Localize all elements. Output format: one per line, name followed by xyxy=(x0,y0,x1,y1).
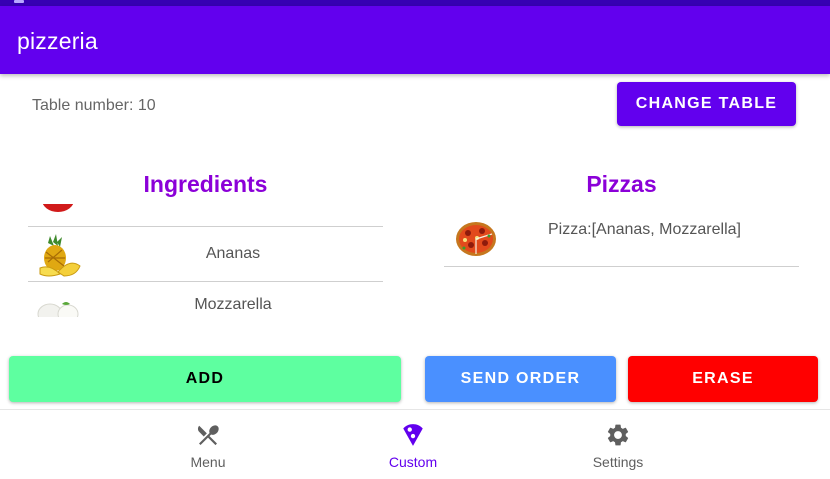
pizza-slice-icon xyxy=(403,424,423,446)
nav-label-menu: Menu xyxy=(190,454,226,470)
fork-knife-icon xyxy=(197,425,219,446)
ingredient-label: Ananas xyxy=(205,245,261,262)
nav-item-settings[interactable]: Settings xyxy=(558,410,678,479)
ingredients-title: Ingredients xyxy=(143,171,268,197)
list-item[interactable]: Mozzarella xyxy=(28,282,383,317)
ingredients-list[interactable]: Ananas Mozzarella xyxy=(28,204,383,317)
app-bar: pizzeria xyxy=(0,6,830,74)
bottom-navigation: Menu Custom Settings xyxy=(0,409,830,479)
list-item[interactable] xyxy=(28,204,383,227)
pizza-icon xyxy=(456,222,496,256)
send-order-button[interactable]: Send order xyxy=(425,356,616,402)
erase-button[interactable]: Erase xyxy=(628,356,818,402)
list-item[interactable]: Pizza:[Ananas, Mozzarella] xyxy=(444,208,799,267)
pizza-label: Pizza:[Ananas, Mozzarella] xyxy=(548,221,741,238)
status-icon xyxy=(14,0,24,3)
nav-item-custom[interactable]: Custom xyxy=(353,410,473,479)
list-item[interactable]: Ananas xyxy=(28,226,383,282)
ingredient-label: Mozzarella xyxy=(194,296,272,313)
table-number-label: Table number: 10 xyxy=(32,97,156,114)
gear-icon xyxy=(607,424,629,446)
add-button[interactable]: Add xyxy=(9,356,401,402)
pizzas-title: Pizzas xyxy=(586,171,657,197)
nav-item-menu[interactable]: Menu xyxy=(148,410,268,479)
nav-label-settings: Settings xyxy=(592,454,644,470)
nav-label-custom: Custom xyxy=(388,454,438,470)
change-table-button[interactable]: Change table xyxy=(617,82,796,126)
app-title: pizzeria xyxy=(17,28,98,54)
tomato-icon xyxy=(42,204,74,212)
